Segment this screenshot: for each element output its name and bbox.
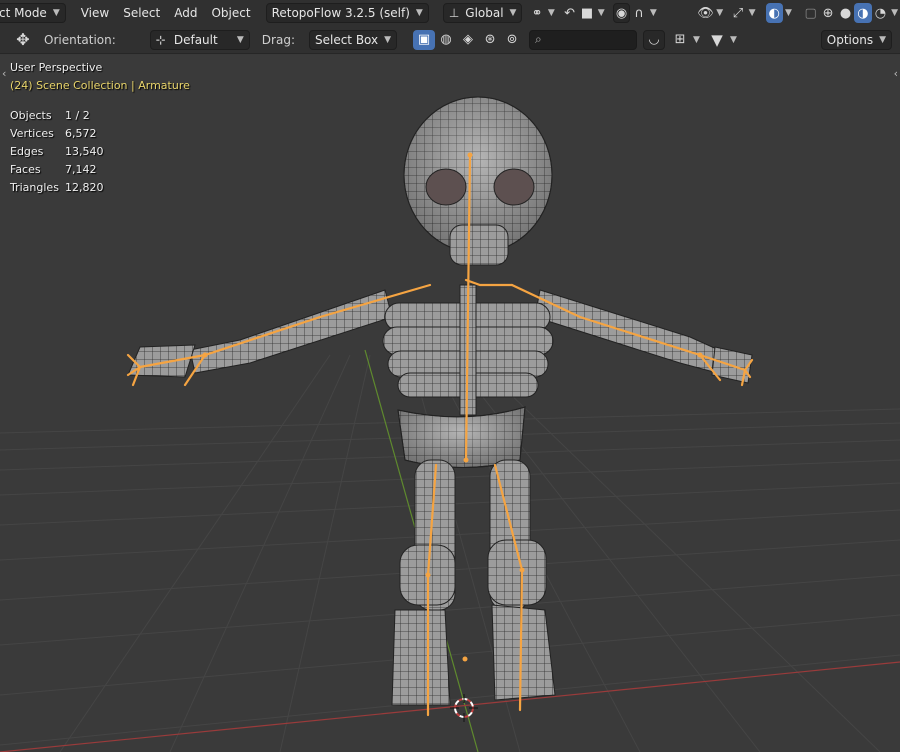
hierarchy-icon[interactable]: ⊞: [669, 30, 691, 50]
options-label: Options: [826, 32, 874, 47]
retopoflow-dropdown[interactable]: RetopoFlow 3.2.5 (self) ▼: [265, 3, 429, 23]
stats-row: Objects 1 / 2: [10, 108, 104, 126]
stat-value: 12,820: [65, 181, 104, 194]
orientation-value: Default: [173, 32, 218, 47]
chevron-down-icon[interactable]: ▼: [716, 8, 723, 18]
search-icon: ⌕: [535, 32, 542, 46]
chevron-down-icon[interactable]: ▼: [749, 8, 756, 18]
stats-row: Faces 7,142: [10, 162, 104, 180]
3d-viewport[interactable]: User Perspective (24) Scene Collection |…: [0, 55, 900, 752]
xray-icon[interactable]: ▢: [802, 3, 819, 23]
overlays-icon[interactable]: ◐: [765, 3, 783, 23]
drag-dropdown[interactable]: Select Box ▼: [308, 29, 398, 50]
options-dropdown[interactable]: Options ▼: [820, 29, 892, 50]
chevron-down-icon: ▼: [415, 8, 423, 18]
chevron-down-icon[interactable]: ▼: [785, 8, 792, 18]
3d-cursor-icon: [450, 694, 478, 722]
visibility-icon[interactable]: 👁: [697, 3, 714, 23]
drag-value: Select Box: [314, 32, 379, 47]
skeleton-mesh: [127, 96, 753, 706]
proportional-falloff-icon[interactable]: ∩: [630, 3, 647, 23]
stats-row: Vertices 6,572: [10, 126, 104, 144]
menu-add[interactable]: Add: [167, 0, 204, 26]
select-set-icon[interactable]: ▣: [413, 29, 436, 50]
stat-label: Faces: [10, 163, 41, 176]
menu-select[interactable]: Select: [116, 0, 167, 26]
chevron-down-icon: ▼: [384, 34, 392, 45]
mode-label: ct Mode: [0, 6, 47, 20]
shading-material-icon[interactable]: ◑: [854, 3, 872, 23]
shading-wireframe-icon[interactable]: ⊕: [819, 3, 836, 23]
select-intersect-icon[interactable]: ⊚: [501, 30, 523, 50]
chevron-down-icon[interactable]: ▼: [693, 35, 700, 45]
stat-value: 1 / 2: [65, 109, 90, 122]
select-subtract-icon[interactable]: ◈: [457, 30, 479, 50]
search-field[interactable]: ⌕: [529, 29, 638, 50]
stat-label: Objects: [10, 109, 52, 122]
axes-icon: ⊥: [448, 6, 460, 20]
viewport-header: ct Mode ▼ View Select Add Object RetopoF…: [0, 0, 900, 26]
stat-value: 6,572: [65, 127, 97, 140]
statistics-overlay: Objects 1 / 2 Vertices 6,572 Edges 13,54…: [10, 108, 104, 198]
tool-header: ✥ Orientation: ⊹ Default ▼ Drag: Select …: [0, 26, 900, 54]
snap-icon[interactable]: ↶: [561, 3, 578, 23]
chevron-down-icon[interactable]: ▼: [891, 8, 898, 18]
shading-solid-icon[interactable]: ●: [837, 3, 854, 23]
menu-object[interactable]: Object: [204, 0, 257, 26]
chevron-down-icon: ▼: [52, 8, 60, 18]
mode-dropdown[interactable]: ct Mode ▼: [0, 3, 66, 23]
retopoflow-label: RetopoFlow 3.2.5 (self): [271, 6, 410, 20]
chevron-down-icon[interactable]: ▼: [598, 8, 605, 18]
pivot-point-icon[interactable]: ⚭: [528, 3, 545, 23]
view-name: User Perspective: [10, 61, 103, 74]
orientation-label: Orientation:: [44, 32, 116, 47]
select-extend-icon[interactable]: ◍: [435, 30, 457, 50]
stat-label: Edges: [10, 145, 44, 158]
stat-label: Triangles: [10, 181, 59, 194]
select-difference-icon[interactable]: ⊛: [479, 30, 501, 50]
chevron-down-icon[interactable]: ▼: [730, 35, 737, 45]
stats-row: Triangles 12,820: [10, 180, 104, 198]
collection-label: (24) Scene Collection | Armature: [10, 79, 190, 92]
pivot-icon: ⊹: [155, 32, 166, 47]
snap-target-icon[interactable]: ■: [578, 3, 595, 23]
chevron-down-icon[interactable]: ▼: [650, 8, 657, 18]
gizmo-icon[interactable]: ⤢: [729, 3, 746, 23]
chevron-down-icon[interactable]: ▼: [548, 8, 555, 18]
viewport-scene[interactable]: [0, 55, 900, 752]
chevron-down-icon: ▼: [509, 8, 517, 18]
orientation-dropdown[interactable]: ⊹ Default ▼: [149, 29, 250, 50]
chevron-down-icon: ▼: [236, 34, 244, 45]
stat-value: 7,142: [65, 163, 97, 176]
toolbar-expand-arrow-icon[interactable]: ‹: [2, 67, 6, 80]
stat-value: 13,540: [65, 145, 104, 158]
shading-rendered-icon[interactable]: ◔: [872, 3, 889, 23]
stats-row: Edges 13,540: [10, 144, 104, 162]
x-axis-line: [0, 661, 900, 752]
menu-view[interactable]: View: [74, 0, 116, 26]
transform-orientation-label: Global: [465, 6, 504, 20]
sidebar-expand-arrow-icon[interactable]: ‹: [894, 67, 898, 80]
drag-label: Drag:: [261, 32, 295, 47]
filter-toggle-icon[interactable]: ◡: [643, 29, 666, 50]
transform-orientation-dropdown[interactable]: ⊥ Global ▼: [442, 3, 523, 23]
proportional-editing-icon[interactable]: ◉: [612, 3, 631, 23]
move-tool-icon[interactable]: ✥: [12, 30, 34, 50]
chevron-down-icon: ▼: [879, 34, 886, 45]
filter-icon[interactable]: ▼: [706, 30, 728, 50]
stat-label: Vertices: [10, 127, 54, 140]
